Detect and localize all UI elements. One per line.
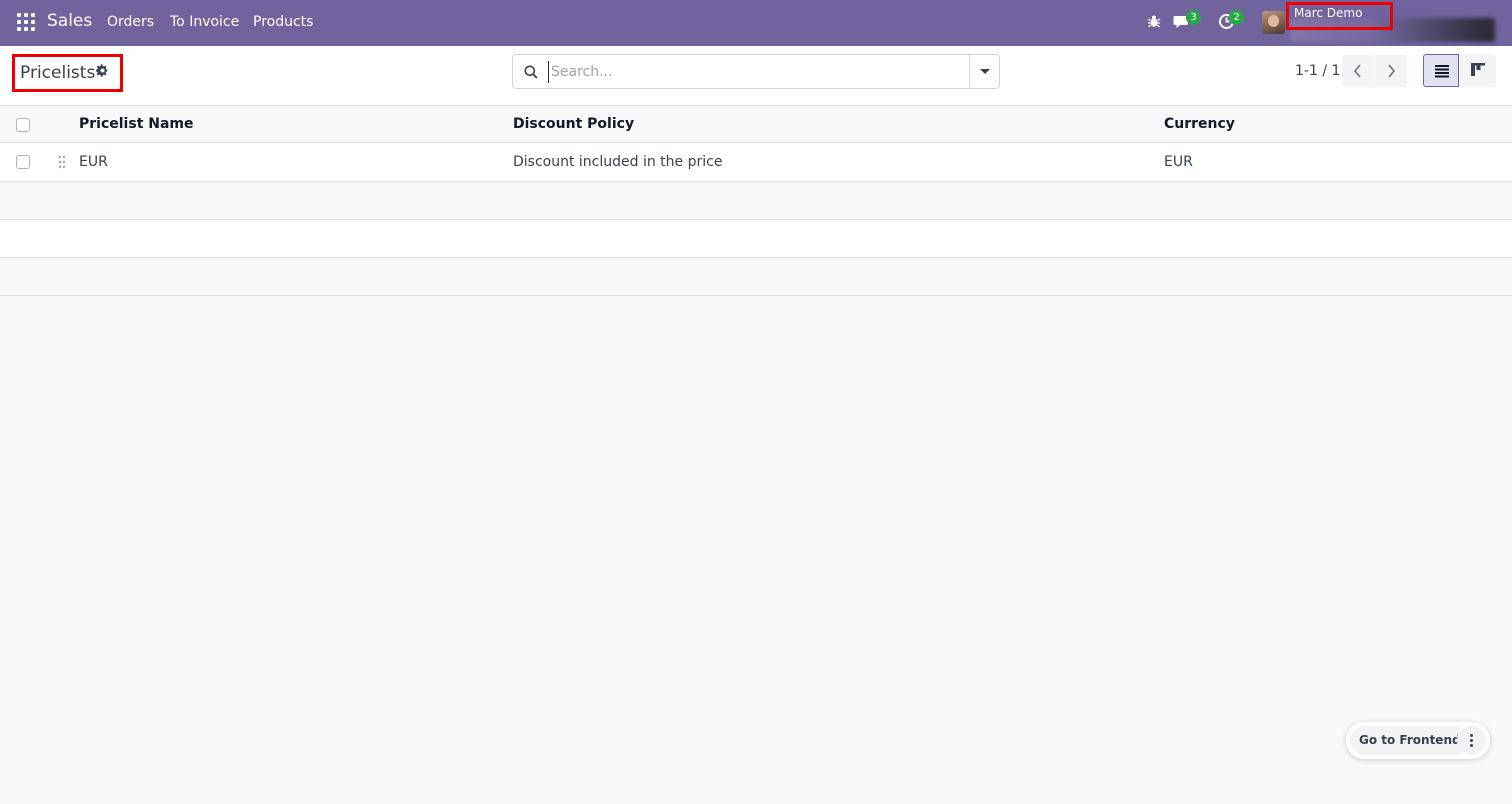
table-row[interactable]: EUR Discount included in the price EUR: [0, 143, 1512, 182]
activities-badge: 2: [1229, 10, 1244, 25]
apps-grid-icon[interactable]: [17, 13, 35, 31]
select-all-checkbox[interactable]: [16, 118, 30, 132]
table-header: Pricelist Name Discount Policy Currency: [0, 106, 1512, 143]
pricelist-table: Pricelist Name Discount Policy Currency …: [0, 106, 1512, 296]
list-view-icon: [1435, 65, 1449, 78]
app-name[interactable]: Sales: [47, 11, 92, 31]
column-currency[interactable]: Currency: [1164, 116, 1235, 132]
avatar[interactable]: [1262, 11, 1285, 34]
top-navbar: Sales Orders To Invoice Products 3 2 Mar…: [0, 0, 1512, 46]
menu-to-invoice[interactable]: To Invoice: [170, 14, 239, 30]
menu-products[interactable]: Products: [253, 14, 313, 30]
cell-discount-policy[interactable]: Discount included in the price: [513, 154, 722, 170]
search-input[interactable]: [548, 61, 968, 83]
kanban-view-icon: [1471, 63, 1485, 76]
chevron-right-icon: [1388, 64, 1396, 78]
bug-icon[interactable]: [1147, 14, 1161, 28]
row-checkbox[interactable]: [16, 155, 30, 169]
highlight-box-user: [1286, 2, 1393, 30]
search-bar: [512, 54, 1000, 89]
empty-row: [0, 258, 1512, 296]
pager-previous-button[interactable]: [1342, 55, 1374, 87]
cell-currency[interactable]: EUR: [1164, 154, 1193, 170]
chevron-left-icon: [1353, 64, 1361, 78]
drag-handle-icon[interactable]: [58, 155, 66, 169]
column-discount-policy[interactable]: Discount Policy: [513, 116, 634, 132]
go-to-frontend-button[interactable]: Go to Frontend: [1350, 726, 1470, 755]
pager-value[interactable]: 1-1 / 1: [1295, 63, 1340, 79]
list-view-button[interactable]: [1423, 54, 1459, 87]
control-panel: Pricelists 1-1 / 1: [0, 46, 1512, 106]
messages-badge: 3: [1186, 10, 1201, 25]
caret-down-icon[interactable]: [969, 55, 999, 88]
frontend-widget: Go to Frontend: [1346, 722, 1490, 759]
highlight-box-title: [12, 54, 123, 92]
empty-row: [0, 220, 1512, 258]
pager-next-button[interactable]: [1375, 55, 1407, 87]
cell-pricelist-name[interactable]: EUR: [79, 154, 108, 170]
kebab-icon[interactable]: [1457, 726, 1486, 755]
search-icon: [524, 65, 538, 79]
column-pricelist-name[interactable]: Pricelist Name: [79, 116, 194, 132]
menu-orders[interactable]: Orders: [107, 14, 154, 30]
kanban-view-button[interactable]: [1460, 54, 1496, 87]
empty-row: [0, 182, 1512, 220]
